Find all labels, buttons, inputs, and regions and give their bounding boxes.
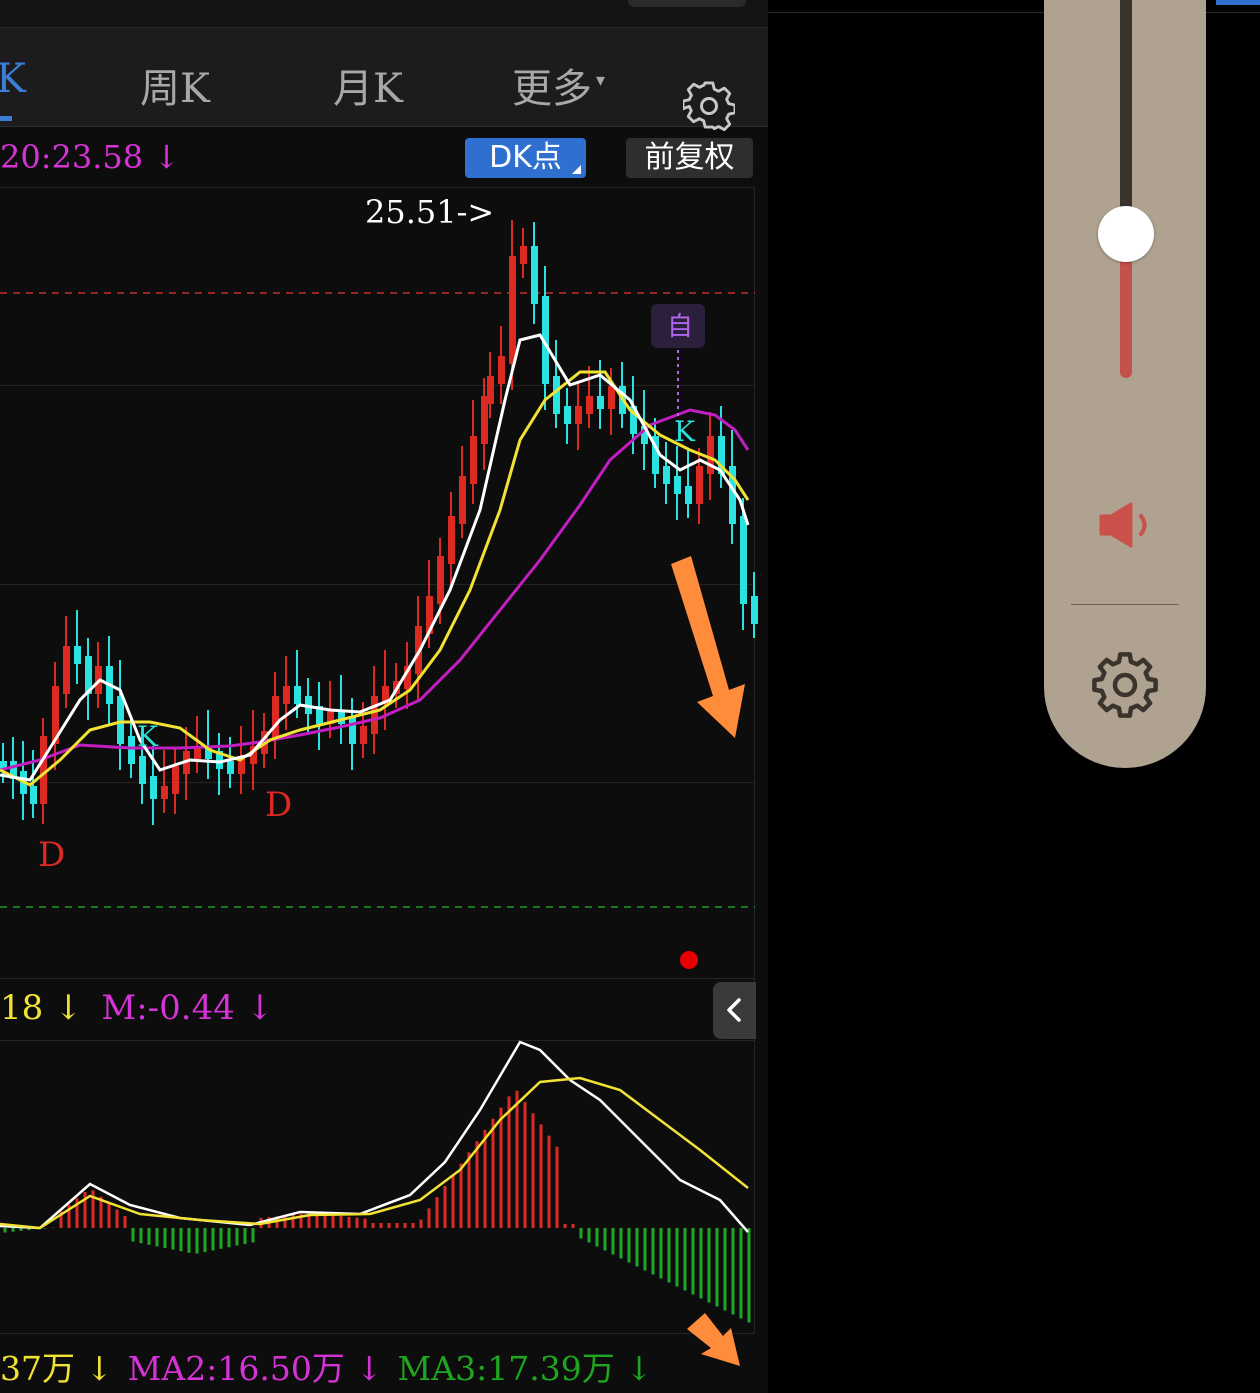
signal-d-label: D — [265, 785, 292, 825]
speaker-icon[interactable] — [1099, 502, 1153, 548]
candle-body — [74, 646, 81, 664]
candle-body — [294, 686, 301, 704]
candle-body — [509, 256, 516, 364]
macd-dea-line — [0, 1076, 749, 1230]
macd-m-arrow: ↓ — [245, 988, 275, 1028]
candle-body — [227, 761, 234, 774]
candle-body — [707, 436, 714, 474]
vol-ma3-value: MA3:17.39万 — [397, 1349, 615, 1388]
candle-body — [751, 596, 758, 624]
orange-down-arrow — [687, 1313, 740, 1366]
candle-body — [531, 246, 538, 304]
vol-ma3-arrow: ↓ — [625, 1349, 653, 1388]
candle-body — [272, 696, 279, 739]
volume-slider-knob[interactable] — [1098, 206, 1154, 262]
right-top-accent — [1216, 0, 1260, 5]
candle-body — [371, 696, 378, 734]
vol-ma2-arrow: ↓ — [355, 1349, 384, 1388]
candle-body — [586, 396, 593, 414]
panel-divider — [1071, 604, 1179, 605]
macd-bottom-border — [0, 1333, 755, 1334]
candle-body — [498, 356, 505, 384]
candle-body — [481, 396, 488, 444]
macd-dea-value: 18 — [0, 988, 44, 1028]
candle-body — [553, 376, 560, 414]
candle-body — [487, 376, 494, 404]
candle-body — [696, 466, 703, 504]
kline-top-border — [0, 187, 755, 188]
macd-dea-arrow: ↓ — [54, 988, 83, 1028]
candle-body — [117, 696, 124, 744]
gridline — [0, 385, 755, 386]
candle-body — [150, 776, 157, 799]
macd-m-value: M:-0.44 — [101, 988, 235, 1028]
candle-body — [448, 516, 455, 564]
chart-right-border — [754, 187, 755, 1333]
candle-body — [283, 686, 290, 704]
custom-marker-label: 自 — [667, 312, 693, 342]
candle-body — [63, 646, 70, 694]
candle-body — [564, 406, 571, 424]
chevron-left-icon — [727, 998, 741, 1022]
candle-body — [172, 766, 179, 794]
candle-body — [139, 756, 146, 784]
candle-body — [437, 556, 444, 604]
candle-body — [470, 436, 477, 484]
gear-icon[interactable] — [1088, 648, 1162, 722]
candle-body — [520, 246, 527, 264]
candle-body — [128, 736, 135, 764]
candle-body — [663, 466, 670, 484]
vol-ma1-value: 37万 — [0, 1349, 75, 1388]
vol-ma1-arrow: ↓ — [85, 1349, 114, 1388]
signal-d-label: D — [38, 835, 65, 875]
gridline — [0, 584, 755, 585]
candle-body — [349, 716, 356, 744]
candle-body — [161, 786, 168, 799]
candle-body — [597, 396, 604, 409]
volume-slider-remaining — [1120, 0, 1132, 232]
candle-body — [685, 486, 692, 504]
high-price-label: 25.51-> — [365, 193, 494, 231]
candle-body — [459, 476, 466, 524]
volume-control-panel — [1044, 0, 1206, 768]
volume-slider[interactable] — [1120, 0, 1132, 378]
vol-ma2-value: MA2:16.50万 — [127, 1349, 345, 1388]
kline-bottom-border — [0, 978, 755, 979]
red-dot-marker — [680, 951, 698, 969]
macd-info-line: 18 ↓ M:-0.44 ↓ — [0, 988, 274, 1028]
signal-k-label: K — [674, 415, 696, 448]
macd-top-border — [0, 1040, 755, 1041]
candle-body — [740, 516, 747, 604]
candle-body — [575, 406, 582, 424]
collapse-button[interactable] — [713, 982, 756, 1039]
candle-body — [608, 386, 615, 409]
orange-down-arrow — [671, 556, 745, 738]
candlestick-chart[interactable]: 25.51-> 自 D D K K — [0, 0, 768, 1393]
candle-body — [674, 476, 681, 494]
volume-info-line: 37万 ↓ MA2:16.50万 ↓ MA3:17.39万 ↓ — [0, 1342, 653, 1390]
candle-body — [30, 786, 37, 804]
signal-k-label: K — [137, 720, 159, 753]
candle-body — [360, 726, 367, 744]
gridline — [0, 782, 755, 783]
stock-chart-app: K 周K 月K 更多 ▾ 20:23.58 ↓ DK点 前复权 25.51-> … — [0, 0, 768, 1393]
